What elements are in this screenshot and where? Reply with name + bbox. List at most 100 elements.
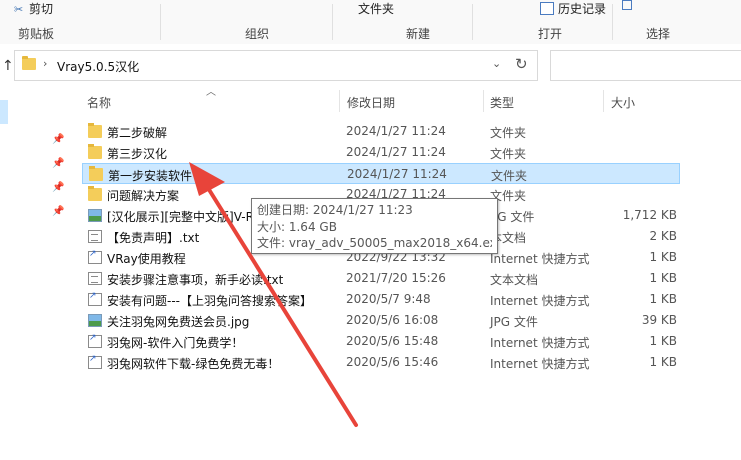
file-type: Internet 快捷方式 — [490, 252, 590, 266]
file-size: 1 KB — [649, 292, 677, 306]
pin-icon: 📌 — [52, 134, 65, 145]
file-row[interactable]: 羽兔网-软件入门免费学！ 2020/5/6 15:48 Internet 快捷方式 1… — [82, 331, 680, 352]
file-type: Internet 快捷方式 — [490, 336, 590, 350]
file-date: 2024/1/27 11:24 — [347, 167, 447, 181]
column-header-type[interactable]: 类型 — [490, 94, 514, 111]
file-name: 羽兔网-软件入门免费学！ — [107, 336, 244, 350]
file-date: 2024/1/27 11:24 — [346, 145, 446, 159]
shortcut-icon — [88, 249, 102, 264]
file-date: 2020/5/6 16:08 — [346, 313, 439, 327]
column-divider[interactable] — [603, 90, 604, 112]
ribbon-divider — [332, 4, 333, 40]
file-name: [汉化展示][完整中文版]V-R — [107, 210, 254, 224]
column-header-name[interactable]: 名称 — [87, 94, 111, 111]
refresh-icon[interactable]: ↻ — [515, 55, 528, 73]
group-new: 新建 — [406, 27, 431, 41]
file-name: 第三步汉化 — [107, 147, 168, 161]
file-date: 2020/5/7 9:48 — [346, 292, 431, 306]
nav-selected-item[interactable] — [0, 100, 8, 124]
folder-icon — [22, 56, 36, 70]
file-date: 2020/5/6 15:48 — [346, 334, 439, 348]
folder-icon — [88, 186, 102, 201]
shortcut-icon — [88, 354, 102, 369]
file-name: 关注羽兔网免费送会员.jpg — [107, 315, 250, 329]
column-header-date[interactable]: 修改日期 — [347, 94, 395, 111]
column-divider[interactable] — [339, 90, 340, 112]
text-file-icon — [88, 272, 102, 285]
file-name: 安装步骤注意事项，新手必读.txt — [107, 273, 284, 287]
file-type: 文件夹 — [491, 169, 528, 183]
file-type: 文本文档 — [490, 273, 539, 287]
ribbon-divider — [612, 4, 613, 40]
ribbon-divider — [472, 4, 473, 40]
history-label: 历史记录 — [558, 2, 607, 16]
file-row[interactable]: 关注羽兔网免费送会员.jpg 2020/5/6 16:08 JPG 文件 39 KB — [82, 310, 680, 331]
image-icon — [88, 209, 102, 222]
address-path[interactable]: Vray5.0.5汉化 — [57, 58, 139, 75]
folder-icon — [89, 166, 103, 181]
file-size: 1 KB — [649, 355, 677, 369]
folder-info-tooltip: 创建日期: 2024/1/27 11:23 大小: 1.64 GB 文件: vr… — [251, 198, 498, 254]
folder-icon — [88, 123, 102, 138]
history-button[interactable]: 历史记录 — [540, 0, 606, 17]
shortcut-icon — [88, 291, 102, 306]
address-bar[interactable]: › Vray5.0.5汉化 ⌄ ↻ — [14, 50, 538, 81]
file-size: 1 KB — [649, 271, 677, 285]
shortcut-icon — [88, 333, 102, 348]
search-input[interactable] — [550, 50, 741, 81]
group-clipboard: 剪贴板 — [18, 27, 55, 41]
tooltip-created: 创建日期: 2024/1/27 11:23 — [257, 203, 413, 217]
file-size: 1,712 KB — [622, 208, 677, 222]
up-arrow-icon[interactable]: ↑ — [2, 58, 14, 74]
file-row[interactable]: 安装步骤注意事项，新手必读.txt 2021/7/20 15:26 文本文档 1 KB — [82, 268, 680, 289]
text-file-icon — [88, 230, 102, 243]
sort-ascending-icon: ︿ — [206, 87, 216, 98]
new-folder-button[interactable]: 文件夹 — [358, 0, 394, 17]
file-size: 39 KB — [641, 313, 677, 327]
file-date: 2021/7/20 15:26 — [346, 271, 446, 285]
select-icon — [622, 0, 632, 10]
new-folder-label: 文件夹 — [358, 2, 395, 16]
file-row[interactable]: 第三步汉化 2024/1/27 11:24 文件夹 — [82, 142, 680, 163]
file-size: 1 KB — [649, 250, 677, 264]
history-icon — [540, 2, 554, 15]
file-type: JPG 文件 — [490, 315, 538, 329]
group-open: 打开 — [538, 27, 563, 41]
pin-icon: 📌 — [52, 158, 65, 169]
pin-icon: 📌 — [52, 182, 65, 193]
file-name: 问题解决方案 — [107, 189, 180, 203]
ribbon-divider — [160, 4, 161, 40]
group-select: 选择 — [646, 27, 671, 41]
chevron-down-icon[interactable]: ⌄ — [492, 57, 501, 70]
file-row[interactable]: 安装有问题---【上羽兔问答搜索答案】 2020/5/7 9:48 Internet… — [82, 289, 680, 310]
column-divider[interactable] — [483, 90, 484, 112]
tooltip-files: 文件: vray_adv_50005_max2018_x64.exe, ... — [257, 236, 492, 250]
file-name: VRay使用教程 — [107, 252, 186, 266]
file-date: 2024/1/27 11:24 — [346, 124, 446, 138]
file-name: 第一步安装软件 — [108, 169, 193, 183]
file-size: 2 KB — [649, 229, 677, 243]
folder-icon — [88, 144, 102, 159]
file-row[interactable]: 第二步破解 2024/1/27 11:24 文件夹 — [82, 121, 680, 142]
select-all-button[interactable] — [622, 0, 634, 14]
group-organize: 组织 — [245, 27, 270, 41]
file-type: 文件夹 — [490, 126, 527, 140]
file-row[interactable]: 第一步安装软件 2024/1/27 11:24 文件夹 — [82, 163, 680, 184]
cut-button[interactable]: ✂ 剪切 — [14, 0, 53, 17]
file-size: 1 KB — [649, 334, 677, 348]
chevron-right-icon[interactable]: › — [43, 57, 47, 70]
file-name: 【免责声明】.txt — [107, 231, 200, 245]
file-name: 第二步破解 — [107, 126, 168, 140]
navigation-pane — [0, 90, 68, 460]
file-type: 文件夹 — [490, 147, 527, 161]
tooltip-size: 大小: 1.64 GB — [257, 219, 337, 234]
image-icon — [88, 314, 102, 327]
scissors-icon: ✂ — [14, 3, 24, 16]
file-row[interactable]: 羽兔网软件下载-绿色免费无毒！ 2020/5/6 15:46 Internet 快捷… — [82, 352, 680, 373]
ribbon: ✂ 剪切 文件夹 历史记录 剪贴板 组织 新建 打开 选择 — [0, 0, 741, 45]
file-date: 2020/5/6 15:46 — [346, 355, 439, 369]
column-header-size[interactable]: 大小 — [611, 94, 635, 111]
file-type: Internet 快捷方式 — [490, 294, 590, 308]
cut-label: 剪切 — [29, 2, 54, 16]
file-name: 安装有问题---【上羽兔问答搜索答案】 — [107, 294, 312, 308]
